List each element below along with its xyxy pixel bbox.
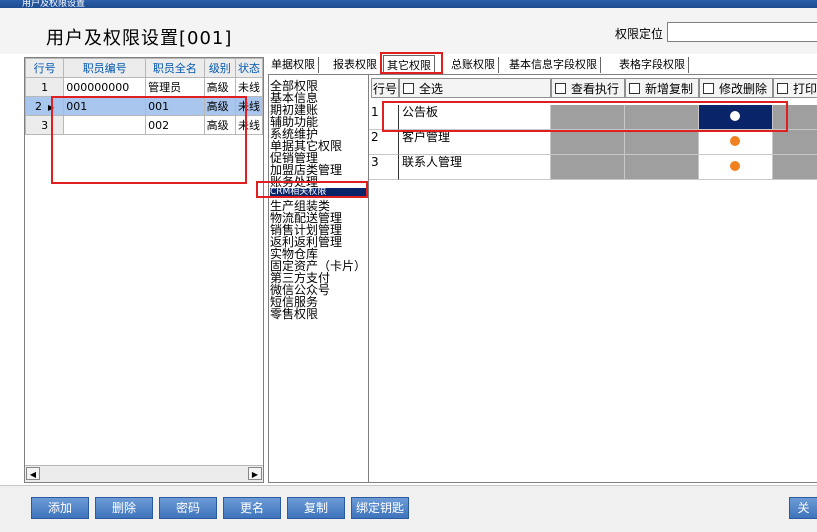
perm-view-cell <box>551 155 625 180</box>
view-execute-checkbox[interactable] <box>555 83 566 94</box>
view-execute-label: 查看执行 <box>571 82 620 96</box>
perm-add-cell <box>625 130 699 155</box>
staff-code: 001 <box>63 96 147 116</box>
row-number: 3 <box>24 115 65 135</box>
col-header-status[interactable]: 状态 <box>234 58 264 78</box>
table-row[interactable]: 2 客户管理 <box>369 130 817 155</box>
col-header-rowno[interactable]: 行号 <box>24 58 65 78</box>
perm-row-number: 1 <box>369 105 399 130</box>
perm-print-cell <box>773 130 817 155</box>
perm-row-number: 2 <box>369 130 399 155</box>
col-header-level[interactable]: 级别 <box>203 58 236 78</box>
print-label: 打印 <box>793 82 817 96</box>
perm-row-number: 3 <box>369 155 399 180</box>
perm-header-print[interactable]: 打印 <box>773 78 817 98</box>
permission-grid: 行号 全选 查看执行 新增复制 修改删除 打印 1 公告板 2 客户管理 3 联… <box>368 74 817 483</box>
perm-item-name: 客户管理 <box>399 130 551 155</box>
staff-table-header: 行号 职员编号 职员全名 级别 状态 <box>24 58 264 78</box>
edit-delete-checkbox[interactable] <box>703 83 714 94</box>
window-title: 用户及权限设置 <box>22 0 86 8</box>
permission-locate-label: 权限定位 <box>615 27 664 41</box>
row-number: 1 <box>24 77 65 97</box>
staff-level: 高级 <box>203 77 236 97</box>
perm-print-cell <box>773 105 817 130</box>
staff-level: 高级 <box>203 96 236 116</box>
perm-edit-cell[interactable] <box>699 105 773 130</box>
page-header: 用户及权限设置[001] 权限定位 <box>0 8 817 54</box>
staff-grid: 行号 职员编号 职员全名 级别 状态 1 000000000 管理员 高级 未线… <box>24 57 264 483</box>
delete-button[interactable]: 删除 <box>95 497 153 519</box>
add-copy-checkbox[interactable] <box>629 83 640 94</box>
perm-edit-cell[interactable] <box>699 130 773 155</box>
select-all-label: 全选 <box>419 82 444 96</box>
staff-name: 002 <box>145 115 205 135</box>
perm-header-select-all[interactable]: 全选 <box>399 78 551 98</box>
bottom-toolbar: 添加 删除 密码 更名 复制 绑定钥匙 关 <box>0 485 817 532</box>
page-title: 用户及权限设置[001] <box>46 28 233 49</box>
perm-add-cell <box>625 105 699 130</box>
password-button[interactable]: 密码 <box>159 497 217 519</box>
table-row[interactable]: 1 公告板 <box>369 105 817 130</box>
col-header-name[interactable]: 职员全名 <box>145 58 205 78</box>
rename-button[interactable]: 更名 <box>223 497 281 519</box>
close-button[interactable]: 关 <box>789 497 817 519</box>
edit-delete-label: 修改删除 <box>719 82 768 96</box>
table-row[interactable]: 1 000000000 管理员 高级 未线 <box>24 77 264 97</box>
select-all-checkbox[interactable] <box>403 83 414 94</box>
tab-basic-field-permissions[interactable]: 基本信息字段权限 <box>506 57 601 73</box>
permission-locate-input[interactable] <box>667 22 817 42</box>
staff-name: 管理员 <box>145 77 205 97</box>
row-number-cell: 2 ▶ <box>24 96 65 116</box>
perm-edit-cell[interactable] <box>699 155 773 180</box>
tab-other-permissions[interactable]: 其它权限 <box>383 55 435 75</box>
staff-code <box>63 115 147 135</box>
staff-status: 未线 <box>234 96 264 116</box>
staff-name: 001 <box>145 96 205 116</box>
perm-header-add[interactable]: 新增复制 <box>625 78 699 98</box>
table-row[interactable]: 3 002 高级 未线 <box>24 115 264 135</box>
add-copy-label: 新增复制 <box>645 82 694 96</box>
perm-header-edit[interactable]: 修改删除 <box>699 78 773 98</box>
perm-item-name: 联系人管理 <box>399 155 551 180</box>
staff-status: 未线 <box>234 77 264 97</box>
copy-button[interactable]: 复制 <box>287 497 345 519</box>
staff-status: 未线 <box>234 115 264 135</box>
tab-ledger-permissions[interactable]: 总账权限 <box>448 57 499 73</box>
table-row[interactable]: 3 联系人管理 <box>369 155 817 180</box>
tab-table-field-permissions[interactable]: 表格字段权限 <box>616 57 689 73</box>
scroll-left-icon[interactable]: ◀ <box>26 467 40 480</box>
perm-header-view[interactable]: 查看执行 <box>551 78 625 98</box>
print-checkbox[interactable] <box>777 83 788 94</box>
col-header-code[interactable]: 职员编号 <box>63 58 147 78</box>
tree-item[interactable]: 零售权限 <box>270 308 368 320</box>
permission-tree: 全部权限 基本信息 期初建账 辅助功能 系统维护 单据其它权限 促销管理 加盟店… <box>268 74 368 483</box>
perm-item-name: 公告板 <box>399 105 551 130</box>
perm-view-cell <box>551 105 625 130</box>
bind-key-button[interactable]: 绑定钥匙 <box>351 497 409 519</box>
horizontal-scrollbar[interactable]: ◀ ▶ <box>25 465 263 482</box>
table-row[interactable]: 2 ▶ 001 001 高级 未线 <box>24 96 264 116</box>
staff-code: 000000000 <box>63 77 147 97</box>
tab-report-permissions[interactable]: 报表权限 <box>330 57 381 73</box>
scroll-right-icon[interactable]: ▶ <box>248 467 262 480</box>
current-row-arrow-icon: ▶ <box>48 102 55 112</box>
perm-add-cell <box>625 155 699 180</box>
permission-granted-dot-icon <box>730 161 740 171</box>
staff-level: 高级 <box>203 115 236 135</box>
permission-granted-dot-icon <box>730 136 740 146</box>
perm-view-cell <box>551 130 625 155</box>
perm-print-cell <box>773 155 817 180</box>
tab-document-permissions[interactable]: 单据权限 <box>268 57 319 73</box>
permission-granted-dot-icon <box>730 111 740 121</box>
staff-table: 行号 职员编号 职员全名 级别 状态 1 000000000 管理员 高级 未线… <box>24 58 264 135</box>
add-button[interactable]: 添加 <box>31 497 89 519</box>
perm-header-rowno: 行号 <box>371 78 399 98</box>
row-number: 2 <box>35 99 43 113</box>
window-titlebar: 用户及权限设置 <box>0 0 817 8</box>
tree-item-crm-selected[interactable]: CRM相关权限 <box>270 188 368 197</box>
